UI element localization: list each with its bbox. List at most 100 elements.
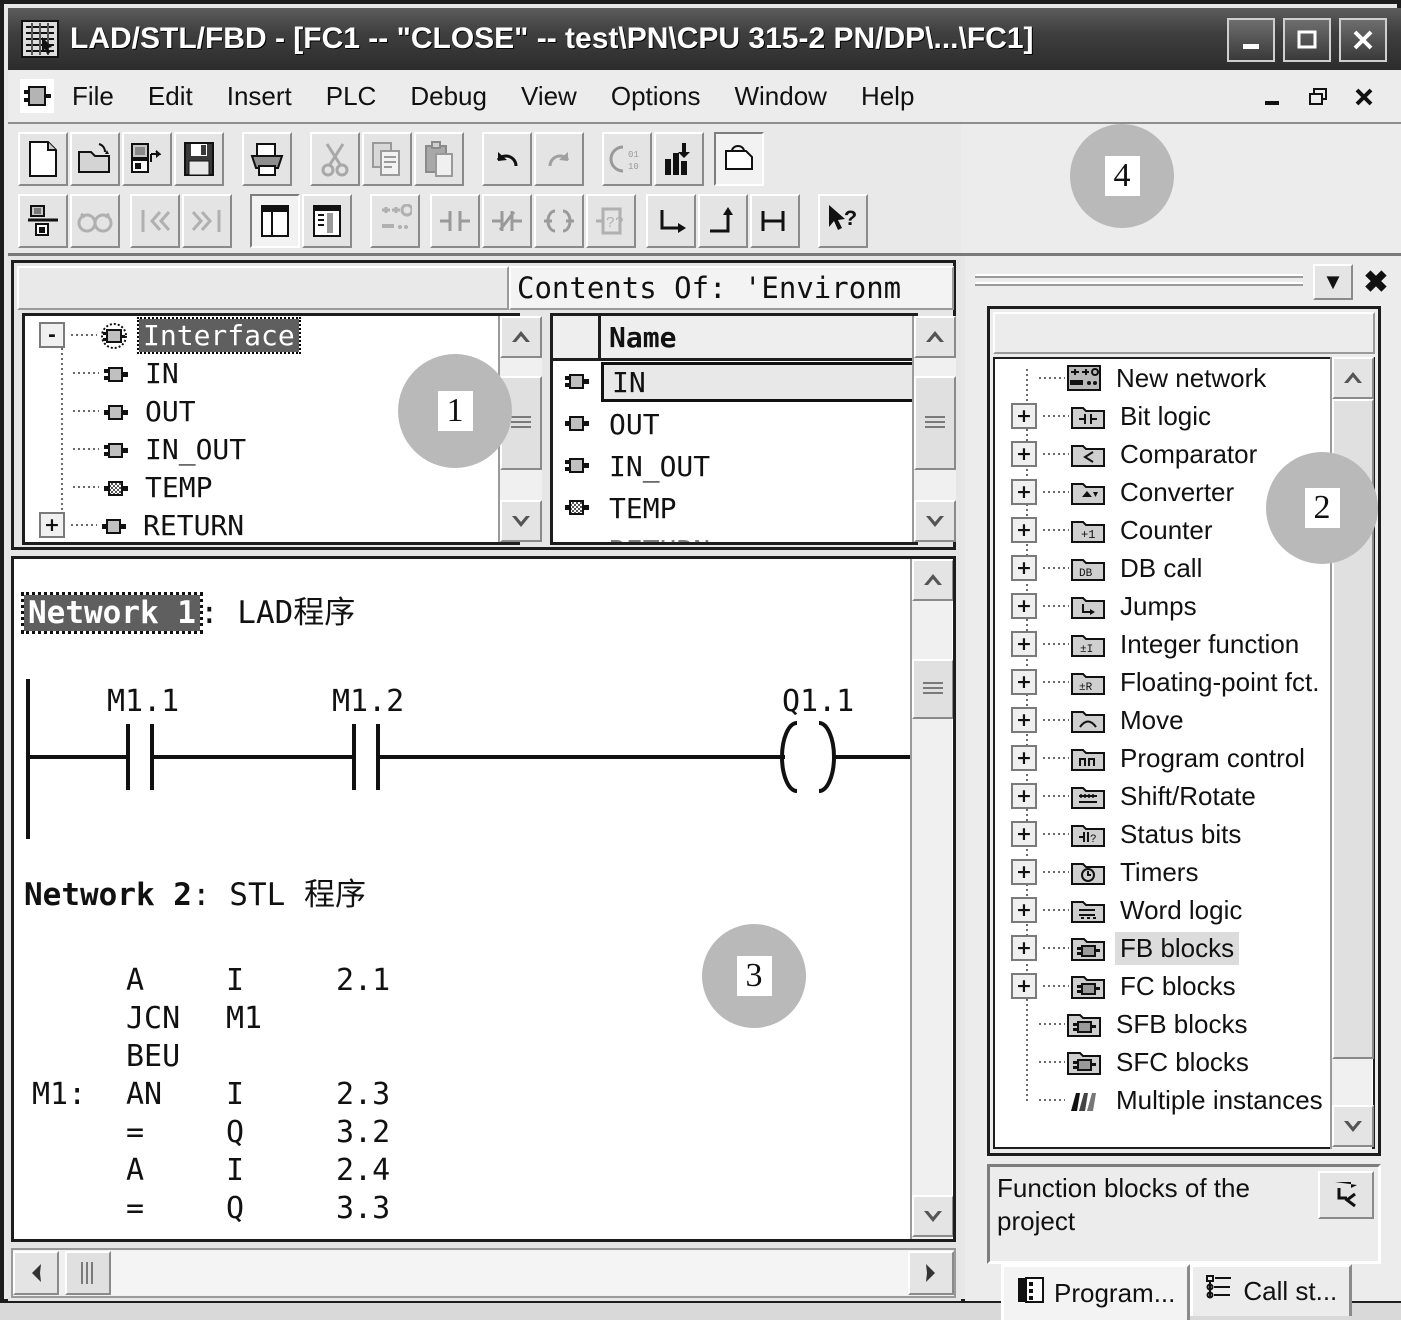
pe-item-sfb-blocks[interactable]: SFB blocks xyxy=(995,1005,1373,1043)
pe-item-sfc-blocks[interactable]: SFC blocks xyxy=(995,1043,1373,1081)
mdi-restore-button[interactable] xyxy=(1297,78,1339,116)
menu-plc[interactable]: PLC xyxy=(322,79,381,114)
tab-call-structure[interactable]: Call st... xyxy=(1190,1264,1353,1316)
table-row[interactable]: RETURN xyxy=(553,529,915,543)
next-error-icon[interactable] xyxy=(182,194,232,248)
stl-line-op[interactable]: BEU xyxy=(126,1039,180,1074)
table-row[interactable]: IN_OUT xyxy=(553,445,915,487)
stl-line[interactable] xyxy=(32,963,213,1068)
symbol-table-icon[interactable] xyxy=(18,194,68,248)
menu-debug[interactable]: Debug xyxy=(406,79,491,114)
pe-item-new-network[interactable]: New network xyxy=(995,359,1373,397)
new-file-icon[interactable] xyxy=(18,132,68,186)
stl-line-operand[interactable]: Q xyxy=(226,1191,244,1226)
menu-options[interactable]: Options xyxy=(607,79,705,114)
scroll-down-button[interactable] xyxy=(914,500,956,542)
network2-number[interactable]: Network 2 xyxy=(24,877,192,913)
network1-number[interactable]: Network 1 xyxy=(21,592,203,634)
expander-plus-icon[interactable]: + xyxy=(1011,631,1037,657)
dock-title-bar[interactable]: ▼ ✖ xyxy=(975,262,1393,302)
undo-icon[interactable] xyxy=(482,132,532,186)
open-file-icon[interactable] xyxy=(70,132,120,186)
scroll-up-button[interactable] xyxy=(912,559,953,601)
print-icon[interactable] xyxy=(242,132,292,186)
tab-program-elements[interactable]: Program... xyxy=(1001,1264,1191,1320)
cut-icon[interactable] xyxy=(310,132,360,186)
list-vertical-scrollbar[interactable] xyxy=(912,316,956,542)
pe-item-word-logic[interactable]: + Word logic xyxy=(995,891,1373,929)
stl-line-operand[interactable]: M1 xyxy=(226,1001,262,1036)
scroll-thumb[interactable] xyxy=(65,1251,111,1295)
save-as-icon[interactable] xyxy=(122,132,172,186)
expander-plus-icon[interactable]: + xyxy=(1011,555,1037,581)
dock-grip-handle[interactable] xyxy=(975,271,1303,293)
no-contact-icon[interactable] xyxy=(352,724,356,790)
stl-line-op[interactable]: = xyxy=(126,1191,144,1226)
output-coil-icon[interactable] xyxy=(779,719,837,795)
stl-line-address[interactable]: 2.1 xyxy=(336,963,390,998)
expander-plus-icon[interactable]: + xyxy=(1011,479,1037,505)
network2-header[interactable]: Network 2: STL 程序 xyxy=(24,869,366,914)
symbolic-repr-icon[interactable] xyxy=(302,194,352,248)
stl-line-operand[interactable]: Q xyxy=(226,1115,244,1150)
expander-plus-icon[interactable]: + xyxy=(1011,783,1037,809)
stl-line-operand[interactable]: I xyxy=(226,963,244,998)
new-network-icon[interactable] xyxy=(370,194,420,248)
stl-line-operand[interactable]: I xyxy=(226,1077,244,1112)
expander-plus-icon[interactable]: + xyxy=(1011,707,1037,733)
monitor-icon[interactable] xyxy=(654,132,704,186)
expander-plus-icon[interactable]: + xyxy=(1011,859,1037,885)
open-branch-icon[interactable] xyxy=(750,194,800,248)
expander-plus-icon[interactable]: + xyxy=(1011,897,1037,923)
no-contact-icon[interactable] xyxy=(430,194,480,248)
redo-icon[interactable] xyxy=(534,132,584,186)
expander-plus-icon[interactable]: + xyxy=(1011,745,1037,771)
expander-plus-icon[interactable]: + xyxy=(39,512,65,538)
stl-line[interactable]: M1: xyxy=(32,1077,86,1112)
copy-icon[interactable] xyxy=(362,132,412,186)
scroll-up-button[interactable] xyxy=(1332,357,1374,399)
contents-list[interactable]: Name IN OUT IN_OUT TEMP xyxy=(550,313,918,545)
menu-window[interactable]: Window xyxy=(730,79,830,114)
stl-line-op[interactable]: A xyxy=(126,1153,144,1188)
code-horizontal-scrollbar[interactable] xyxy=(11,1248,956,1298)
menu-insert[interactable]: Insert xyxy=(223,79,296,114)
chevron-down-icon[interactable]: ▼ xyxy=(1313,264,1353,300)
pe-item-status-bits[interactable]: + ? Status bits xyxy=(995,815,1373,853)
maximize-button[interactable] xyxy=(1283,18,1331,62)
code-vertical-scrollbar[interactable] xyxy=(910,559,953,1239)
scroll-track[interactable] xyxy=(111,1251,908,1295)
scroll-down-button[interactable] xyxy=(500,500,542,542)
stl-line-op[interactable]: JCN xyxy=(126,1001,180,1036)
stl-line-op[interactable]: = xyxy=(126,1115,144,1150)
mdi-minimize-button[interactable] xyxy=(1251,78,1293,116)
pe-item-fc-blocks[interactable]: + FC blocks xyxy=(995,967,1373,1005)
expander-plus-icon[interactable]: + xyxy=(1011,441,1037,467)
expander-plus-icon[interactable]: + xyxy=(1011,935,1037,961)
stl-line-address[interactable]: 3.2 xyxy=(336,1115,390,1150)
branch-close-icon[interactable] xyxy=(698,194,748,248)
save-icon[interactable] xyxy=(174,132,224,186)
expander-plus-icon[interactable]: + xyxy=(1011,593,1037,619)
prev-error-icon[interactable] xyxy=(130,194,180,248)
minimize-button[interactable] xyxy=(1227,18,1275,62)
stl-line-operand[interactable]: I xyxy=(226,1153,244,1188)
tree-item-return[interactable]: + RETURN xyxy=(25,506,517,542)
branch-open-icon[interactable] xyxy=(646,194,696,248)
help-pointer-icon[interactable]: ? xyxy=(818,194,868,248)
stl-line-address[interactable]: 2.3 xyxy=(336,1077,390,1112)
stl-line-address[interactable]: 2.4 xyxy=(336,1153,390,1188)
paste-icon[interactable] xyxy=(414,132,464,186)
expander-plus-icon[interactable]: + xyxy=(1011,517,1037,543)
no-contact-icon[interactable] xyxy=(150,724,154,790)
menu-view[interactable]: View xyxy=(517,79,581,114)
mdi-close-button[interactable] xyxy=(1343,78,1385,116)
stl-line-op[interactable]: AN xyxy=(126,1077,162,1112)
glasses-icon[interactable] xyxy=(70,194,120,248)
network1-header[interactable]: Network 1: LAD程序 xyxy=(21,587,355,634)
table-row[interactable]: TEMP xyxy=(553,487,915,529)
expander-minus-icon[interactable]: - xyxy=(39,322,65,348)
code-editor[interactable]: Network 1: LAD程序 M1.1 M1.2 Q1.1 Network … xyxy=(11,556,956,1242)
pe-item-fb-blocks[interactable]: + FB blocks xyxy=(995,929,1373,967)
pe-item-timers[interactable]: + Timers xyxy=(995,853,1373,891)
